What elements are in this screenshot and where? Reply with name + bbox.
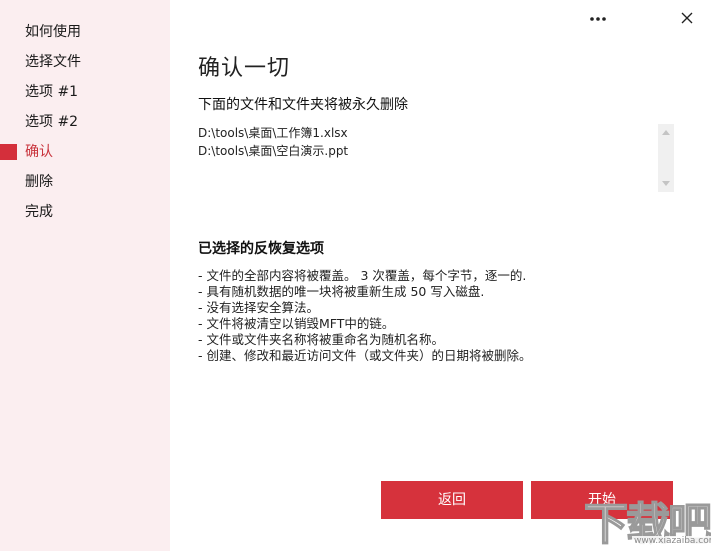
start-button[interactable]: 开始: [531, 481, 673, 519]
sidebar-item-label: 完成: [25, 204, 53, 220]
list-item: - 创建、修改和最近访问文件（或文件夹）的日期将被删除。: [198, 348, 532, 363]
sidebar: 如何使用 选择文件 选项 #1 选项 #2 确认 删除 完成: [0, 0, 170, 551]
list-item: - 文件将被清空以销毁MFT中的链。: [198, 316, 395, 331]
options-section-title: 已选择的反恢复选项: [198, 241, 324, 257]
active-marker: [0, 144, 17, 160]
page-subtitle: 下面的文件和文件夹将被永久删除: [198, 97, 408, 113]
list-item: D:\tools\桌面\工作簿1.xlsx: [198, 126, 348, 140]
sidebar-item-label: 选项 #2: [25, 114, 79, 130]
more-options-button[interactable]: [585, 8, 611, 30]
watermark-url: www.xiazaiba.com: [632, 536, 711, 546]
file-list-scrollbar[interactable]: [658, 124, 674, 192]
close-icon: [681, 12, 693, 24]
scroll-down-arrow-icon[interactable]: [662, 181, 670, 186]
list-item: - 文件或文件夹名称将被重命名为随机名称。: [198, 332, 444, 347]
file-list[interactable]: D:\tools\桌面\工作簿1.xlsx D:\tools\桌面\空白演示.p…: [198, 124, 674, 192]
list-item: - 具有随机数据的唯一块将被重新生成 50 写入磁盘.: [198, 284, 485, 299]
back-button[interactable]: 返回: [381, 481, 523, 519]
sidebar-item-label: 如何使用: [25, 24, 81, 40]
sidebar-item-how-to-use[interactable]: 如何使用: [0, 17, 170, 47]
sidebar-item-option-1[interactable]: 选项 #1: [0, 77, 170, 107]
close-button[interactable]: [674, 8, 700, 30]
sidebar-item-label: 选项 #1: [25, 84, 79, 100]
page-title: 确认一切: [198, 56, 291, 81]
list-item: D:\tools\桌面\空白演示.ppt: [198, 144, 349, 158]
list-item: - 文件的全部内容将被覆盖。 3 次覆盖，每个字节，逐一的.: [198, 268, 527, 283]
list-item: - 没有选择安全算法。: [198, 300, 319, 315]
sidebar-item-label: 确认: [25, 144, 53, 160]
sidebar-item-confirm[interactable]: 确认: [0, 137, 170, 167]
sidebar-item-finish[interactable]: 完成: [0, 197, 170, 227]
sidebar-item-select-files[interactable]: 选择文件: [0, 47, 170, 77]
sidebar-item-label: 删除: [25, 174, 53, 190]
sidebar-item-delete[interactable]: 删除: [0, 167, 170, 197]
more-dots-icon: [590, 17, 606, 21]
scroll-up-arrow-icon[interactable]: [662, 130, 670, 135]
sidebar-item-label: 选择文件: [25, 54, 81, 70]
sidebar-item-option-2[interactable]: 选项 #2: [0, 107, 170, 137]
options-list: - 文件的全部内容将被覆盖。 3 次覆盖，每个字节，逐一的. - 具有随机数据的…: [198, 268, 678, 364]
